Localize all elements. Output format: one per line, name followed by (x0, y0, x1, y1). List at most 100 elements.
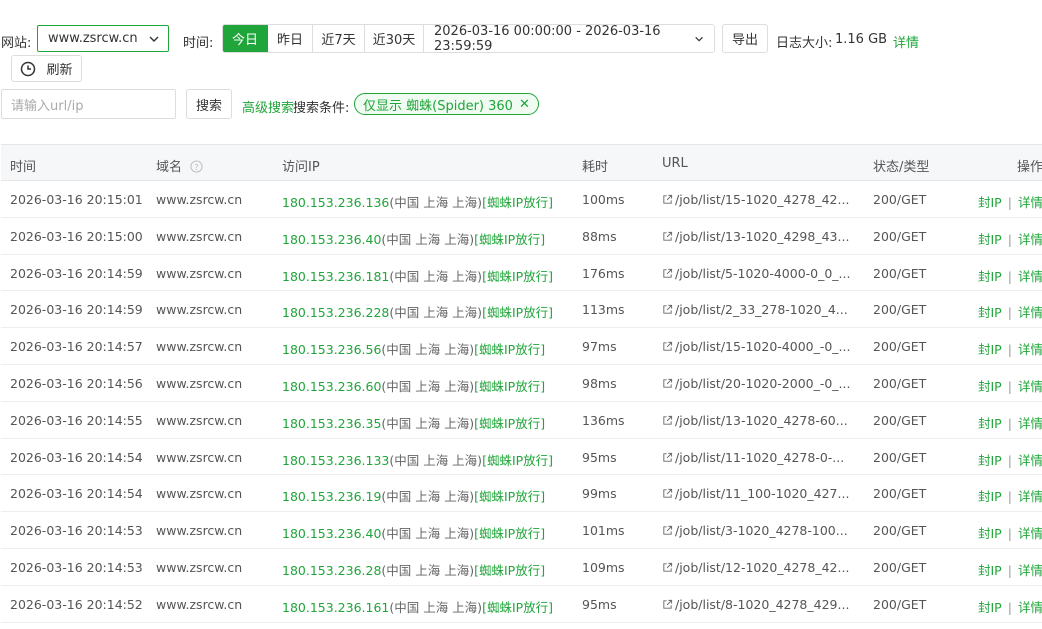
refresh-button[interactable]: 刷新 (11, 55, 82, 82)
row-ip-cell: 180.153.236.35(中国 上海 上海)[蜘蛛IP放行] (282, 413, 545, 432)
row-actions: 封IP | 详情 (978, 266, 1042, 285)
row-url: /job/list/11_100-1020_427... (675, 486, 850, 502)
block-ip-link[interactable]: 封IP (978, 600, 1002, 615)
row-url-cell[interactable]: /job/list/2_33_278-1020_4... (662, 302, 848, 317)
row-ip-link[interactable]: 180.153.236.35 (282, 416, 381, 431)
row-ip-link[interactable]: 180.153.236.136 (282, 195, 389, 210)
row-url-cell[interactable]: /job/list/13-1020_4298_43... (662, 229, 849, 244)
row-detail-link[interactable]: 详情 (1018, 600, 1042, 615)
block-ip-link[interactable]: 封IP (978, 379, 1002, 394)
advanced-search-link[interactable]: 高级搜索 (242, 97, 294, 116)
row-ip-link[interactable]: 180.153.236.40 (282, 232, 381, 247)
filter-tag: 仅显示 蜘蛛(Spider) 360 ✕ (354, 93, 539, 115)
date-range-picker[interactable]: 2026-03-16 00:00:00 - 2026-03-16 23:59:5… (424, 25, 714, 52)
row-ip-link[interactable]: 180.153.236.181 (282, 269, 389, 284)
row-ip-link[interactable]: 180.153.236.56 (282, 342, 381, 357)
row-status: 200/GET (873, 228, 927, 244)
row-detail-link[interactable]: 详情 (1018, 342, 1042, 357)
row-domain: www.zsrcw.cn (156, 486, 243, 502)
row-detail-link[interactable]: 详情 (1018, 269, 1042, 284)
row-ip-link[interactable]: 180.153.236.161 (282, 600, 389, 615)
row-detail-link[interactable]: 详情 (1018, 563, 1042, 578)
row-url: /job/list/5-1020-4000-0_0_... (675, 265, 851, 281)
row-url-cell[interactable]: /job/list/8-1020_4278_429... (662, 597, 849, 612)
row-url-cell[interactable]: /job/list/13-1020_4278-60... (662, 413, 848, 428)
row-url-cell[interactable]: /job/list/11_100-1020_427... (662, 486, 849, 501)
block-ip-link[interactable]: 封IP (978, 416, 1002, 431)
row-detail-link[interactable]: 详情 (1018, 453, 1042, 468)
block-ip-link[interactable]: 封IP (978, 269, 1002, 284)
block-ip-link[interactable]: 封IP (978, 489, 1002, 504)
row-detail-link[interactable]: 详情 (1018, 195, 1042, 210)
row-detail-link[interactable]: 详情 (1018, 416, 1042, 431)
row-url-cell[interactable]: /job/list/11-1020_4278-0-... (662, 450, 844, 465)
row-url-cell[interactable]: /job/list/5-1020-4000-0_0_... (662, 266, 850, 281)
external-link-icon (663, 452, 673, 462)
help-icon[interactable]: ? (190, 160, 203, 173)
row-detail-link[interactable]: 详情 (1018, 489, 1042, 504)
block-ip-link[interactable]: 封IP (978, 305, 1002, 320)
time-7days-button[interactable]: 近7天 (313, 25, 365, 52)
row-ip-link[interactable]: 180.153.236.60 (282, 379, 381, 394)
row-actions: 封IP | 详情 (978, 523, 1042, 542)
row-ip-link[interactable]: 180.153.236.133 (282, 453, 389, 468)
row-geo: (中国 上海 上海) (381, 378, 475, 394)
row-url-cell[interactable]: /job/list/15-1020-4000_-0_... (662, 339, 850, 354)
block-ip-link[interactable]: 封IP (978, 526, 1002, 541)
table-row: 2026-03-16 20:14:55 www.zsrcw.cn 180.153.2… (1, 402, 1042, 439)
row-cost: 101ms (582, 523, 625, 539)
row-domain: www.zsrcw.cn (156, 559, 243, 575)
row-ip-link[interactable]: 180.153.236.19 (282, 489, 381, 504)
col-url: URL (662, 156, 688, 171)
row-url-cell[interactable]: /job/list/15-1020_4278_42... (662, 192, 849, 207)
row-status: 200/GET (873, 412, 927, 428)
row-geo: (中国 上海 上海) (381, 415, 475, 431)
row-domain: www.zsrcw.cn (156, 339, 243, 355)
col-time: 时间 (10, 160, 37, 175)
row-actions: 封IP | 详情 (978, 376, 1042, 395)
action-separator: | (1007, 268, 1012, 284)
table-row: 2026-03-16 20:15:01 www.zsrcw.cn 180.153.2… (1, 181, 1042, 218)
row-ip-cell: 180.153.236.181(中国 上海 上海)[蜘蛛IP放行] (282, 266, 553, 285)
row-cost: 88ms (582, 228, 617, 244)
row-detail-link[interactable]: 详情 (1018, 526, 1042, 541)
row-ip-link[interactable]: 180.153.236.228 (282, 305, 389, 320)
block-ip-link[interactable]: 封IP (978, 563, 1002, 578)
row-url: /job/list/8-1020_4278_429... (675, 596, 850, 612)
row-detail-link[interactable]: 详情 (1018, 305, 1042, 320)
row-actions: 封IP | 详情 (978, 486, 1042, 505)
row-url-cell[interactable]: /job/list/12-1020_4278_42... (662, 560, 849, 575)
row-detail-link[interactable]: 详情 (1018, 379, 1042, 394)
site-select[interactable]: www.zsrcw.cn (37, 25, 169, 52)
col-ip: 访问IP (282, 160, 320, 175)
row-geo: (中国 上海 上海) (389, 305, 483, 321)
row-ip-link[interactable]: 180.153.236.40 (282, 526, 381, 541)
action-separator: | (1007, 526, 1012, 542)
block-ip-link[interactable]: 封IP (978, 342, 1002, 357)
search-button[interactable]: 搜索 (186, 89, 232, 119)
export-button[interactable]: 导出 (722, 24, 768, 53)
row-actions: 封IP | 详情 (978, 413, 1042, 432)
row-url-cell[interactable]: /job/list/20-1020-2000_-0_... (662, 376, 850, 391)
row-ip-link[interactable]: 180.153.236.28 (282, 563, 381, 578)
time-30days-button[interactable]: 近30天 (365, 25, 424, 52)
external-link-icon (663, 489, 673, 498)
block-ip-link[interactable]: 封IP (978, 232, 1002, 247)
row-url-cell[interactable]: /job/list/3-1020_4278-100... (662, 523, 848, 538)
search-input[interactable]: 请输入url/ip (1, 89, 176, 119)
row-cost: 95ms (582, 596, 617, 612)
close-icon[interactable]: ✕ (519, 97, 530, 112)
svg-text:?: ? (194, 162, 198, 172)
block-ip-link[interactable]: 封IP (978, 195, 1002, 210)
row-cost: 113ms (582, 302, 625, 318)
time-yesterday-button[interactable]: 昨日 (268, 25, 313, 52)
row-cost: 136ms (582, 412, 625, 428)
log-detail-link[interactable]: 详情 (893, 32, 919, 51)
time-today-button[interactable]: 今日 (223, 25, 268, 52)
row-detail-link[interactable]: 详情 (1018, 232, 1042, 247)
table-row: 2026-03-16 20:14:54 www.zsrcw.cn 180.153.2… (1, 439, 1042, 476)
filter-tag-label: 仅显示 蜘蛛(Spider) 360 (363, 98, 513, 114)
row-url: /job/list/2_33_278-1020_4... (675, 302, 848, 318)
time-range-group: 今日 昨日 近7天 近30天 2026-03-16 00:00:00 - 202… (222, 24, 715, 53)
block-ip-link[interactable]: 封IP (978, 453, 1002, 468)
